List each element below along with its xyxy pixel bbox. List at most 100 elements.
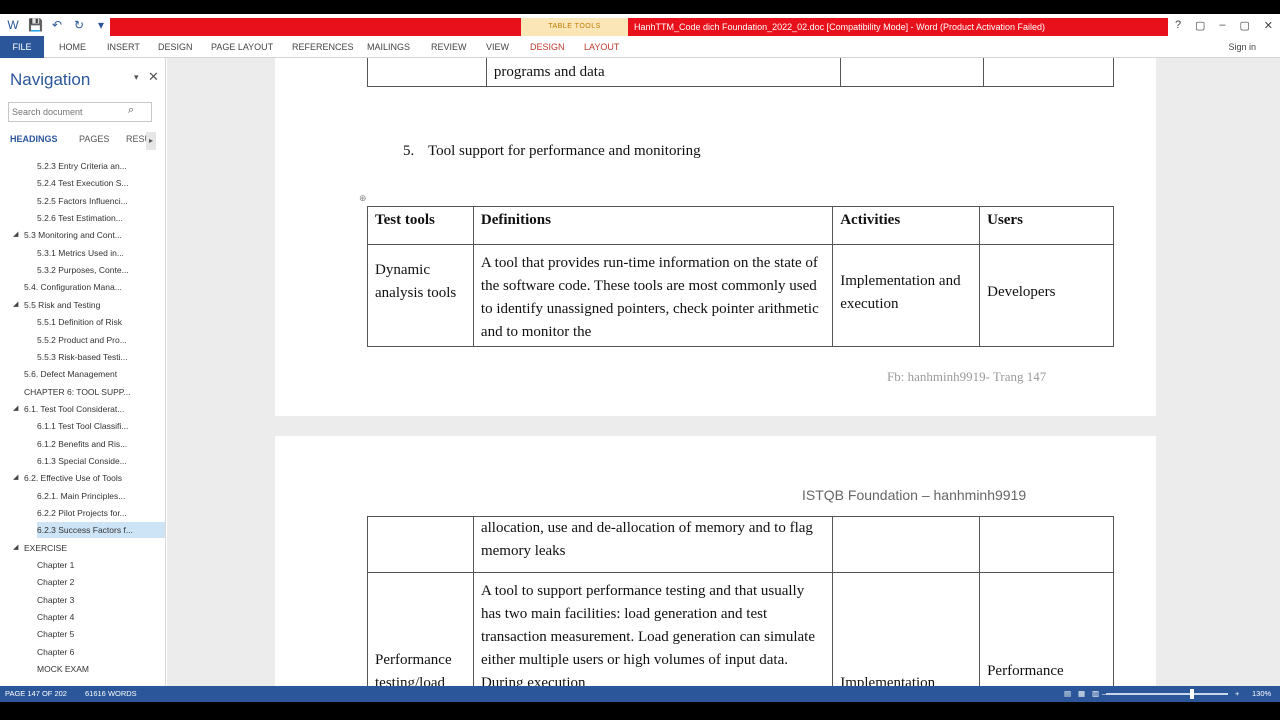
collapse-triangle-icon[interactable]: ◢ bbox=[13, 540, 18, 556]
definition-cell[interactable]: A tool that provides run-time informatio… bbox=[472, 244, 834, 347]
nav-heading-item[interactable]: 5.5.2 Product and Pro... bbox=[37, 332, 165, 348]
nav-heading-item[interactable]: 5.2.6 Test Estimation... bbox=[37, 210, 165, 226]
nav-heading-item[interactable]: Chapter 2 bbox=[37, 574, 165, 590]
table-row: allocation, use and de-allocation of mem… bbox=[367, 516, 1114, 573]
redo-icon[interactable]: ↻ bbox=[72, 18, 86, 32]
tools-table-continued: allocation, use and de-allocation of mem… bbox=[367, 516, 1114, 686]
nav-heading-label: 6.1. Test Tool Considerat... bbox=[24, 403, 125, 414]
nav-heading-item[interactable]: ◢ 6.2. Effective Use of Tools bbox=[13, 470, 165, 486]
close-icon[interactable]: ✕ bbox=[1264, 19, 1273, 32]
nav-heading-item[interactable]: 6.1.3 Special Conside... bbox=[37, 453, 165, 469]
nav-heading-item[interactable]: 6.2.2 Pilot Projects for... bbox=[37, 505, 165, 521]
users-cell[interactable]: Performance bbox=[979, 572, 1114, 686]
tab-mailings[interactable]: MAILINGS bbox=[367, 36, 410, 58]
nav-heading-item[interactable]: 5.5.1 Definition of Risk bbox=[37, 314, 165, 330]
tab-table-layout[interactable]: LAYOUT bbox=[584, 36, 619, 58]
zoom-in-button[interactable]: + bbox=[1235, 686, 1239, 702]
tab-headings[interactable]: HEADINGS bbox=[10, 134, 58, 144]
zoom-slider-thumb[interactable] bbox=[1190, 689, 1194, 699]
nav-heading-label: 5.5 Risk and Testing bbox=[24, 299, 101, 310]
collapse-triangle-icon[interactable]: ◢ bbox=[13, 227, 18, 243]
section-heading: Tool support for performance and monitor… bbox=[428, 143, 701, 159]
nav-heading-item[interactable]: 5.2.5 Factors Influenci... bbox=[37, 193, 165, 209]
nav-heading-item[interactable]: 6.1.2 Benefits and Ris... bbox=[37, 436, 165, 452]
tab-design[interactable]: DESIGN bbox=[158, 36, 193, 58]
tool-name-cell[interactable]: Dynamic analysis tools bbox=[367, 244, 474, 347]
help-icon[interactable]: ? bbox=[1175, 19, 1181, 31]
tab-references[interactable]: REFERENCES bbox=[292, 36, 354, 58]
word-window: W 💾 ↶ ↻ ▾ TABLE TOOLS HanhTTM_Code dich … bbox=[0, 0, 1280, 720]
nav-heading-item[interactable]: ◢ EXERCISE bbox=[13, 540, 165, 556]
nav-heading-item[interactable]: ◢ 5.5 Risk and Testing bbox=[13, 297, 165, 313]
nav-heading-item[interactable]: CHAPTER 6: TOOL SUPP... bbox=[24, 384, 165, 400]
nav-heading-item[interactable]: 5.2.4 Test Execution S... bbox=[37, 175, 165, 191]
collapse-triangle-icon[interactable]: ◢ bbox=[13, 401, 18, 417]
ribbon-display-icon[interactable]: ▢ bbox=[1195, 19, 1205, 32]
minimize-icon[interactable]: – bbox=[1219, 19, 1225, 31]
header-test-tools[interactable]: Test tools bbox=[367, 206, 474, 245]
nav-heading-item[interactable]: 6.2.1. Main Principles... bbox=[37, 488, 165, 504]
tab-insert[interactable]: INSERT bbox=[107, 36, 140, 58]
activity-cell[interactable]: Implementation and execution bbox=[832, 244, 981, 347]
nav-heading-item[interactable]: ◢ 5.3 Monitoring and Cont... bbox=[13, 227, 165, 243]
scroll-tabs-icon[interactable]: ▸ bbox=[146, 132, 156, 150]
nav-heading-item[interactable]: 5.4. Configuration Mana... bbox=[24, 279, 165, 295]
zoom-level[interactable]: 130% bbox=[1252, 686, 1271, 702]
definition-cell[interactable]: allocation, use and de-allocation of mem… bbox=[472, 516, 834, 573]
nav-heading-item[interactable]: 5.5.3 Risk-based Testi... bbox=[37, 349, 165, 365]
web-layout-icon[interactable]: ▥ bbox=[1092, 686, 1099, 702]
nav-heading-label: 6.1.2 Benefits and Ris... bbox=[37, 438, 128, 449]
collapse-triangle-icon[interactable]: ◢ bbox=[13, 470, 18, 486]
nav-heading-item[interactable]: 5.2.3 Entry Criteria an... bbox=[37, 158, 165, 174]
ribbon-tabs: FILE HOME INSERT DESIGN PAGE LAYOUT REFE… bbox=[0, 36, 1280, 58]
nav-heading-item[interactable]: ◢ 6.1. Test Tool Considerat... bbox=[13, 401, 165, 417]
word-count[interactable]: 61616 WORDS bbox=[85, 686, 137, 702]
nav-heading-label: 5.3.2 Purposes, Conte... bbox=[37, 265, 129, 276]
collapse-triangle-icon[interactable]: ◢ bbox=[13, 297, 18, 313]
users-cell[interactable]: Developers bbox=[979, 244, 1114, 347]
nav-heading-label: Chapter 1 bbox=[37, 560, 75, 571]
nav-heading-item[interactable]: 5.3.2 Purposes, Conte... bbox=[37, 262, 165, 278]
nav-heading-item[interactable]: Chapter 6 bbox=[37, 644, 165, 660]
nav-heading-label: Chapter 4 bbox=[37, 612, 75, 623]
nav-heading-item[interactable]: 5.3.1 Metrics Used in... bbox=[37, 245, 165, 261]
document-area[interactable]: programs and data 5. Tool support for pe… bbox=[167, 58, 1280, 686]
table-cell[interactable]: programs and data bbox=[485, 58, 842, 87]
tool-name-cell[interactable]: Performance testing/load bbox=[367, 572, 474, 686]
search-icon[interactable]: ⌕ bbox=[128, 104, 134, 117]
undo-icon[interactable]: ↶ bbox=[50, 18, 64, 32]
nav-heading-item[interactable]: 6.2.3 Success Factors f... bbox=[37, 522, 165, 539]
tab-pages[interactable]: PAGES bbox=[79, 134, 109, 144]
print-layout-icon[interactable]: ▦ bbox=[1078, 686, 1085, 702]
header-definitions[interactable]: Definitions bbox=[472, 206, 834, 245]
tab-file[interactable]: FILE bbox=[0, 36, 44, 58]
page-count[interactable]: PAGE 147 OF 202 bbox=[5, 686, 67, 702]
table-move-handle-icon[interactable]: ⊕ bbox=[359, 193, 367, 204]
nav-heading-item[interactable]: 6.1.1 Test Tool Classifi... bbox=[37, 418, 165, 434]
tab-review[interactable]: REVIEW bbox=[431, 36, 467, 58]
header-activities[interactable]: Activities bbox=[832, 206, 981, 245]
navigation-tabs: HEADINGS PAGES RESU bbox=[10, 134, 160, 150]
read-mode-icon[interactable]: ▤ bbox=[1064, 686, 1071, 702]
nav-heading-item[interactable]: Chapter 1 bbox=[37, 557, 165, 573]
close-pane-icon[interactable]: ✕ bbox=[148, 69, 159, 85]
definition-cell[interactable]: A tool to support performance testing an… bbox=[472, 572, 834, 686]
tab-view[interactable]: VIEW bbox=[486, 36, 509, 58]
sign-in-link[interactable]: Sign in bbox=[1228, 36, 1256, 58]
zoom-slider[interactable] bbox=[1106, 693, 1228, 695]
header-users[interactable]: Users bbox=[979, 206, 1114, 245]
tab-page-layout[interactable]: PAGE LAYOUT bbox=[211, 36, 273, 58]
tab-home[interactable]: HOME bbox=[59, 36, 86, 58]
nav-heading-item[interactable]: Chapter 4 bbox=[37, 609, 165, 625]
nav-heading-label: 6.1.1 Test Tool Classifi... bbox=[37, 421, 129, 432]
nav-heading-item[interactable]: Chapter 5 bbox=[37, 626, 165, 642]
nav-heading-item[interactable]: 5.6. Defect Management bbox=[24, 366, 165, 382]
maximize-icon[interactable]: ▢ bbox=[1239, 19, 1249, 32]
save-icon[interactable]: 💾 bbox=[28, 18, 43, 32]
nav-heading-item[interactable]: MOCK EXAM bbox=[37, 661, 165, 677]
tab-table-design[interactable]: DESIGN bbox=[530, 36, 565, 58]
nav-heading-item[interactable]: Chapter 3 bbox=[37, 592, 165, 608]
activity-cell[interactable]: Implementation bbox=[832, 572, 981, 686]
customize-qat-icon[interactable]: ▾ bbox=[94, 18, 108, 32]
pane-options-icon[interactable]: ▾ bbox=[134, 72, 139, 83]
